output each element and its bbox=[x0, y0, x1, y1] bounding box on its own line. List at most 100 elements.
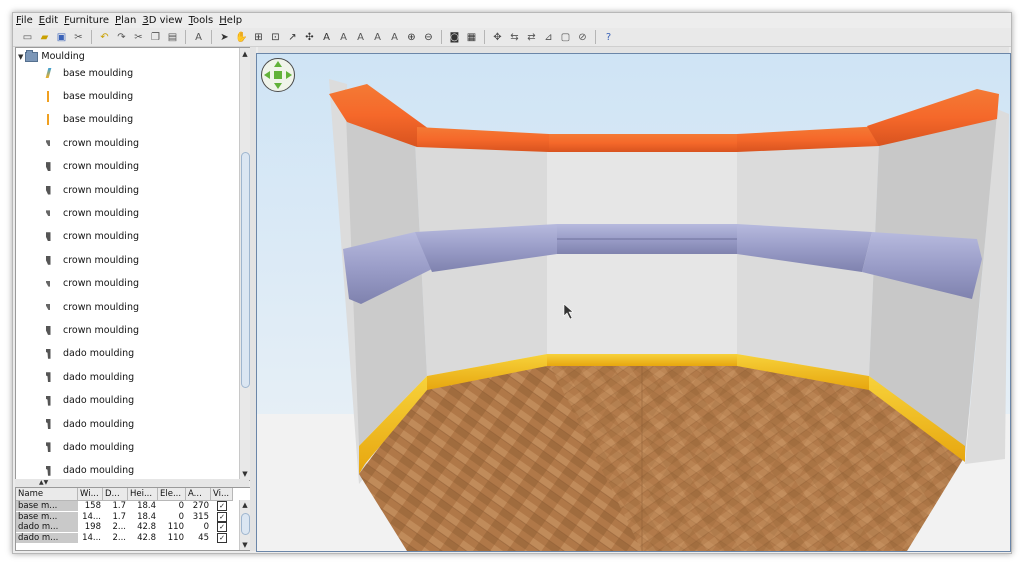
select-icon[interactable]: ➤ bbox=[218, 30, 232, 44]
open-icon[interactable]: ▰ bbox=[38, 30, 52, 44]
new-icon[interactable]: ▭ bbox=[21, 30, 35, 44]
table-scroll-down-icon[interactable]: ▼ bbox=[241, 541, 249, 549]
tree-item[interactable]: crown moulding bbox=[42, 229, 139, 245]
toggle-4-icon[interactable]: ⊿ bbox=[542, 30, 556, 44]
tree-item[interactable]: dado moulding bbox=[42, 346, 134, 362]
tree-item[interactable]: crown moulding bbox=[42, 205, 139, 221]
visible-checkbox[interactable]: ✓ bbox=[217, 501, 227, 511]
table-row[interactable]: dado m... 14... 2... 42.8 110 45 ✓ bbox=[16, 532, 233, 543]
furniture-table[interactable]: Name Wi... D... Hei... Ele... A... Vi...… bbox=[15, 487, 251, 551]
column-header-height[interactable]: Hei... bbox=[128, 488, 158, 500]
column-header-name[interactable]: Name bbox=[16, 488, 78, 500]
tree-item[interactable]: crown moulding bbox=[42, 159, 139, 175]
bold-icon[interactable]: A bbox=[354, 30, 368, 44]
table-cell: 0 bbox=[178, 511, 184, 522]
tree-scroll-thumb[interactable] bbox=[241, 152, 250, 388]
table-cell-name: base m... bbox=[16, 501, 78, 511]
tree-item[interactable]: dado moulding bbox=[42, 463, 134, 479]
redo-icon[interactable]: ↷ bbox=[115, 30, 129, 44]
create-dimensions-icon[interactable]: ✣ bbox=[303, 30, 317, 44]
tree-item-label: crown moulding bbox=[63, 231, 139, 243]
toggle-1-icon[interactable]: ✥ bbox=[491, 30, 505, 44]
create-walls-icon[interactable]: ⊞ bbox=[252, 30, 266, 44]
cut-icon[interactable]: ✂ bbox=[132, 30, 146, 44]
toolbar-separator bbox=[595, 30, 596, 44]
3d-scene[interactable] bbox=[257, 54, 1010, 551]
column-header-angle[interactable]: A... bbox=[186, 488, 211, 500]
pan-icon[interactable]: ✋ bbox=[235, 30, 249, 44]
tree-scrollbar[interactable]: ▲ ▼ bbox=[239, 48, 250, 480]
tree-category-moulding[interactable]: ▼ Moulding bbox=[18, 49, 85, 63]
table-row[interactable]: base m... 158 1.7 18.4 0 270 ✓ bbox=[16, 501, 233, 511]
menu-3d-view[interactable]: 3D view bbox=[139, 13, 185, 28]
tree-item[interactable]: dado moulding bbox=[42, 393, 134, 409]
tree-item[interactable]: crown moulding bbox=[42, 276, 139, 292]
cut-prefs-icon[interactable]: ✂ bbox=[72, 30, 86, 44]
table-row[interactable]: base m... 14... 1.7 18.4 0 315 ✓ bbox=[16, 511, 233, 522]
table-scrollbar[interactable]: ▲ ▼ bbox=[239, 500, 250, 550]
undo-icon[interactable]: ↶ bbox=[98, 30, 112, 44]
column-header-visible[interactable]: Vi... bbox=[211, 488, 233, 500]
toggle-2-icon[interactable]: ⇆ bbox=[508, 30, 522, 44]
paste-icon[interactable]: ▤ bbox=[166, 30, 180, 44]
table-cell-name: dado m... bbox=[16, 532, 78, 543]
column-header-width[interactable]: Wi... bbox=[78, 488, 103, 500]
zoom-out-icon[interactable]: ⊖ bbox=[422, 30, 436, 44]
italic-icon[interactable]: A bbox=[371, 30, 385, 44]
copy-icon[interactable]: ❐ bbox=[149, 30, 163, 44]
catalog-table-splitter[interactable]: ▲▼ bbox=[15, 479, 249, 487]
increase-text-icon[interactable]: A bbox=[388, 30, 402, 44]
expand-arrow-icon[interactable]: ▼ bbox=[18, 53, 23, 61]
visible-checkbox[interactable]: ✓ bbox=[217, 511, 227, 522]
menu-help[interactable]: Help bbox=[216, 13, 245, 28]
menu-tools[interactable]: Tools bbox=[186, 13, 217, 28]
navigation-arrows-icon[interactable] bbox=[260, 57, 296, 93]
tree-item[interactable]: dado moulding bbox=[42, 439, 134, 455]
menu-plan[interactable]: Plan bbox=[112, 13, 139, 28]
toggle-5-icon[interactable]: ▢ bbox=[559, 30, 573, 44]
tree-item[interactable]: crown moulding bbox=[42, 135, 139, 151]
tree-item[interactable]: dado moulding bbox=[42, 369, 134, 385]
column-header-elevation[interactable]: Ele... bbox=[158, 488, 186, 500]
tree-item[interactable]: dado moulding bbox=[42, 416, 134, 432]
3d-view[interactable] bbox=[256, 53, 1011, 552]
photo-icon[interactable]: ◙ bbox=[448, 30, 462, 44]
add-text-icon[interactable]: A bbox=[320, 30, 334, 44]
table-cell: 18.4 bbox=[137, 501, 156, 511]
visible-checkbox[interactable]: ✓ bbox=[217, 532, 227, 543]
splitter-grip-icon[interactable]: ▲▼ bbox=[39, 479, 48, 486]
save-icon[interactable]: ▣ bbox=[55, 30, 69, 44]
menu-edit[interactable]: Edit bbox=[36, 13, 61, 28]
table-scroll-up-icon[interactable]: ▲ bbox=[241, 501, 249, 509]
tree-item[interactable]: crown moulding bbox=[42, 182, 139, 198]
visible-checkbox[interactable]: ✓ bbox=[217, 522, 227, 532]
help-icon[interactable]: ? bbox=[602, 30, 616, 44]
table-cell: 270 bbox=[192, 501, 209, 511]
tree-item[interactable]: base moulding bbox=[42, 112, 133, 128]
add-furniture-icon[interactable]: A bbox=[192, 30, 206, 44]
create-rooms-icon[interactable]: ⊡ bbox=[269, 30, 283, 44]
tree-item-label: dado moulding bbox=[63, 395, 135, 407]
table-scroll-thumb[interactable] bbox=[241, 513, 250, 535]
column-header-depth[interactable]: D... bbox=[103, 488, 128, 500]
toggle-3-icon[interactable]: ⇄ bbox=[525, 30, 539, 44]
toolbar-separator bbox=[91, 30, 92, 44]
tree-item[interactable]: crown moulding bbox=[42, 299, 139, 315]
video-icon[interactable]: ▦ bbox=[465, 30, 479, 44]
tree-item[interactable]: crown moulding bbox=[42, 252, 139, 268]
furniture-catalog-tree[interactable]: ▼ Moulding base moulding base moulding bas… bbox=[15, 47, 251, 481]
table-row[interactable]: dado m... 198 2... 42.8 110 0 ✓ bbox=[16, 522, 233, 532]
tree-item[interactable]: base moulding bbox=[42, 65, 133, 81]
tree-item[interactable]: crown moulding bbox=[42, 322, 139, 338]
text-style-icon[interactable]: A bbox=[337, 30, 351, 44]
scroll-up-icon[interactable]: ▲ bbox=[241, 50, 249, 58]
create-polylines-icon[interactable]: ↗ bbox=[286, 30, 300, 44]
table-header: Name Wi... D... Hei... Ele... A... Vi... bbox=[16, 488, 233, 501]
zoom-in-icon[interactable]: ⊕ bbox=[405, 30, 419, 44]
toggle-6-icon[interactable]: ⊘ bbox=[576, 30, 590, 44]
menu-furniture[interactable]: Furniture bbox=[61, 13, 112, 28]
tree-item[interactable]: base moulding bbox=[42, 88, 133, 104]
menu-file[interactable]: File bbox=[13, 13, 36, 28]
table-cell: 42.8 bbox=[137, 532, 156, 543]
scroll-down-icon[interactable]: ▼ bbox=[241, 470, 249, 478]
